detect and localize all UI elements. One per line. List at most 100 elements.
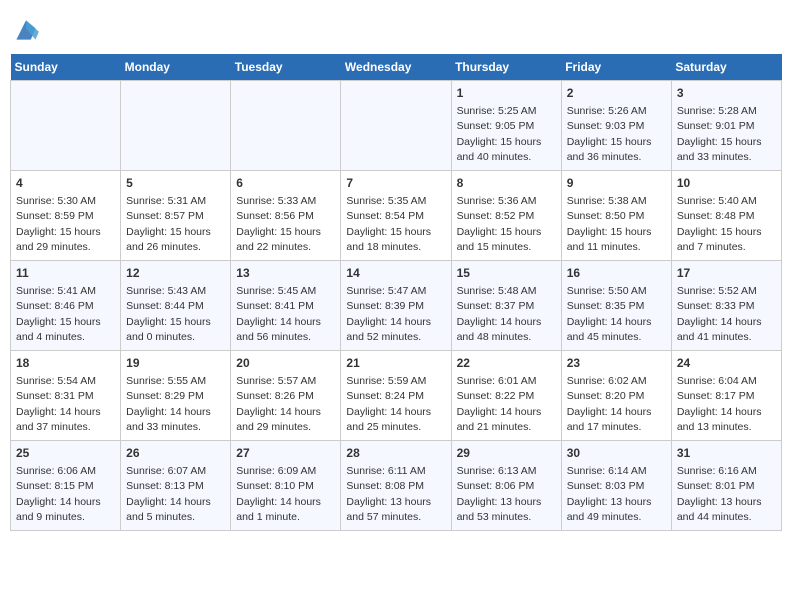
- day-cell: 1 Sunrise: 5:25 AM Sunset: 9:05 PM Daylig…: [451, 81, 561, 171]
- day-cell: 10 Sunrise: 5:40 AM Sunset: 8:48 PM Dayli…: [671, 171, 781, 261]
- col-header-wednesday: Wednesday: [341, 54, 451, 81]
- day-info: Sunrise: 6:06 AM Sunset: 8:15 PM Dayligh…: [16, 465, 101, 523]
- week-row-4: 18Sunrise: 5:54 AM Sunset: 8:31 PM Dayli…: [11, 351, 782, 441]
- day-info: Sunrise: 5:43 AM Sunset: 8:44 PM Dayligh…: [126, 285, 211, 343]
- day-info: Sunrise: 6:02 AM Sunset: 8:20 PM Dayligh…: [567, 375, 652, 433]
- day-info: Sunrise: 5:25 AM Sunset: 9:05 PM Dayligh…: [457, 105, 542, 163]
- col-header-friday: Friday: [561, 54, 671, 81]
- day-info: Sunrise: 6:01 AM Sunset: 8:22 PM Dayligh…: [457, 375, 542, 433]
- day-cell: 6Sunrise: 5:33 AM Sunset: 8:56 PM Daylig…: [231, 171, 341, 261]
- header: [10, 10, 782, 46]
- day-info: Sunrise: 6:07 AM Sunset: 8:13 PM Dayligh…: [126, 465, 211, 523]
- day-cell: 27Sunrise: 6:09 AM Sunset: 8:10 PM Dayli…: [231, 441, 341, 531]
- day-number: 19: [126, 355, 225, 372]
- day-number: 1: [457, 85, 556, 102]
- logo: [10, 14, 46, 46]
- day-number: 4: [16, 175, 115, 192]
- day-number: 3: [677, 85, 776, 102]
- day-info: Sunrise: 5:31 AM Sunset: 8:57 PM Dayligh…: [126, 195, 211, 253]
- day-cell: 8 Sunrise: 5:36 AM Sunset: 8:52 PM Daylig…: [451, 171, 561, 261]
- day-number: 10: [677, 175, 776, 192]
- day-number: 5: [126, 175, 225, 192]
- col-header-sunday: Sunday: [11, 54, 121, 81]
- day-cell: 24 Sunrise: 6:04 AM Sunset: 8:17 PM Dayli…: [671, 351, 781, 441]
- day-cell: 21 Sunrise: 5:59 AM Sunset: 8:24 PM Dayli…: [341, 351, 451, 441]
- day-info: Sunrise: 5:47 AM Sunset: 8:39 PM Dayligh…: [346, 285, 431, 343]
- day-cell: 29 Sunrise: 6:13 AM Sunset: 8:06 PM Dayli…: [451, 441, 561, 531]
- day-info: Sunrise: 5:55 AM Sunset: 8:29 PM Dayligh…: [126, 375, 211, 433]
- day-number: 29: [457, 445, 556, 462]
- day-info: Sunrise: 5:41 AM Sunset: 8:46 PM Dayligh…: [16, 285, 101, 343]
- day-cell: 28 Sunrise: 6:11 AM Sunset: 8:08 PM Dayli…: [341, 441, 451, 531]
- day-number: 17: [677, 265, 776, 282]
- week-row-1: 1 Sunrise: 5:25 AM Sunset: 9:05 PM Daylig…: [11, 81, 782, 171]
- day-cell: 12 Sunrise: 5:43 AM Sunset: 8:44 PM Dayli…: [121, 261, 231, 351]
- day-info: Sunrise: 6:11 AM Sunset: 8:08 PM Dayligh…: [346, 465, 431, 523]
- day-info: Sunrise: 5:59 AM Sunset: 8:24 PM Dayligh…: [346, 375, 431, 433]
- week-row-3: 11 Sunrise: 5:41 AM Sunset: 8:46 PM Dayli…: [11, 261, 782, 351]
- day-cell: 22 Sunrise: 6:01 AM Sunset: 8:22 PM Dayli…: [451, 351, 561, 441]
- day-cell: 13 Sunrise: 5:45 AM Sunset: 8:41 PM Dayli…: [231, 261, 341, 351]
- day-cell: 31 Sunrise: 6:16 AM Sunset: 8:01 PM Dayli…: [671, 441, 781, 531]
- day-number: 30: [567, 445, 666, 462]
- day-cell: 3 Sunrise: 5:28 AM Sunset: 9:01 PM Daylig…: [671, 81, 781, 171]
- day-info: Sunrise: 6:16 AM Sunset: 8:01 PM Dayligh…: [677, 465, 762, 523]
- day-number: 16: [567, 265, 666, 282]
- day-number: 22: [457, 355, 556, 372]
- day-cell: [121, 81, 231, 171]
- day-number: 31: [677, 445, 776, 462]
- day-cell: 20Sunrise: 5:57 AM Sunset: 8:26 PM Dayli…: [231, 351, 341, 441]
- day-info: Sunrise: 5:36 AM Sunset: 8:52 PM Dayligh…: [457, 195, 542, 253]
- day-info: Sunrise: 5:30 AM Sunset: 8:59 PM Dayligh…: [16, 195, 101, 253]
- day-info: Sunrise: 5:26 AM Sunset: 9:03 PM Dayligh…: [567, 105, 652, 163]
- day-number: 8: [457, 175, 556, 192]
- day-number: 11: [16, 265, 115, 282]
- day-cell: 18Sunrise: 5:54 AM Sunset: 8:31 PM Dayli…: [11, 351, 121, 441]
- day-cell: 14 Sunrise: 5:47 AM Sunset: 8:39 PM Dayli…: [341, 261, 451, 351]
- calendar-table: SundayMondayTuesdayWednesdayThursdayFrid…: [10, 54, 782, 531]
- day-cell: [341, 81, 451, 171]
- day-info: Sunrise: 6:04 AM Sunset: 8:17 PM Dayligh…: [677, 375, 762, 433]
- col-header-tuesday: Tuesday: [231, 54, 341, 81]
- day-info: Sunrise: 5:28 AM Sunset: 9:01 PM Dayligh…: [677, 105, 762, 163]
- day-info: Sunrise: 5:33 AM Sunset: 8:56 PM Dayligh…: [236, 195, 321, 253]
- day-number: 21: [346, 355, 445, 372]
- day-cell: [11, 81, 121, 171]
- day-info: Sunrise: 5:57 AM Sunset: 8:26 PM Dayligh…: [236, 375, 321, 433]
- day-info: Sunrise: 5:40 AM Sunset: 8:48 PM Dayligh…: [677, 195, 762, 253]
- day-number: 12: [126, 265, 225, 282]
- day-info: Sunrise: 6:13 AM Sunset: 8:06 PM Dayligh…: [457, 465, 542, 523]
- day-cell: 17 Sunrise: 5:52 AM Sunset: 8:33 PM Dayli…: [671, 261, 781, 351]
- day-info: Sunrise: 6:14 AM Sunset: 8:03 PM Dayligh…: [567, 465, 652, 523]
- day-info: Sunrise: 5:50 AM Sunset: 8:35 PM Dayligh…: [567, 285, 652, 343]
- day-number: 2: [567, 85, 666, 102]
- day-cell: 2 Sunrise: 5:26 AM Sunset: 9:03 PM Daylig…: [561, 81, 671, 171]
- col-header-saturday: Saturday: [671, 54, 781, 81]
- week-row-2: 4 Sunrise: 5:30 AM Sunset: 8:59 PM Daylig…: [11, 171, 782, 261]
- day-cell: 11 Sunrise: 5:41 AM Sunset: 8:46 PM Dayli…: [11, 261, 121, 351]
- col-header-monday: Monday: [121, 54, 231, 81]
- day-number: 28: [346, 445, 445, 462]
- day-number: 24: [677, 355, 776, 372]
- day-number: 18: [16, 355, 115, 372]
- day-number: 26: [126, 445, 225, 462]
- day-info: Sunrise: 5:52 AM Sunset: 8:33 PM Dayligh…: [677, 285, 762, 343]
- day-cell: 26 Sunrise: 6:07 AM Sunset: 8:13 PM Dayli…: [121, 441, 231, 531]
- day-info: Sunrise: 5:45 AM Sunset: 8:41 PM Dayligh…: [236, 285, 321, 343]
- day-cell: 4 Sunrise: 5:30 AM Sunset: 8:59 PM Daylig…: [11, 171, 121, 261]
- col-header-thursday: Thursday: [451, 54, 561, 81]
- day-cell: 16 Sunrise: 5:50 AM Sunset: 8:35 PM Dayli…: [561, 261, 671, 351]
- week-row-5: 25Sunrise: 6:06 AM Sunset: 8:15 PM Dayli…: [11, 441, 782, 531]
- day-number: 14: [346, 265, 445, 282]
- day-cell: 9Sunrise: 5:38 AM Sunset: 8:50 PM Daylig…: [561, 171, 671, 261]
- logo-icon: [10, 14, 42, 46]
- day-info: Sunrise: 6:09 AM Sunset: 8:10 PM Dayligh…: [236, 465, 321, 523]
- day-cell: 30 Sunrise: 6:14 AM Sunset: 8:03 PM Dayli…: [561, 441, 671, 531]
- day-number: 7: [346, 175, 445, 192]
- day-number: 13: [236, 265, 335, 282]
- day-number: 15: [457, 265, 556, 282]
- day-info: Sunrise: 5:38 AM Sunset: 8:50 PM Dayligh…: [567, 195, 652, 253]
- day-cell: [231, 81, 341, 171]
- header-row: SundayMondayTuesdayWednesdayThursdayFrid…: [11, 54, 782, 81]
- day-cell: 15Sunrise: 5:48 AM Sunset: 8:37 PM Dayli…: [451, 261, 561, 351]
